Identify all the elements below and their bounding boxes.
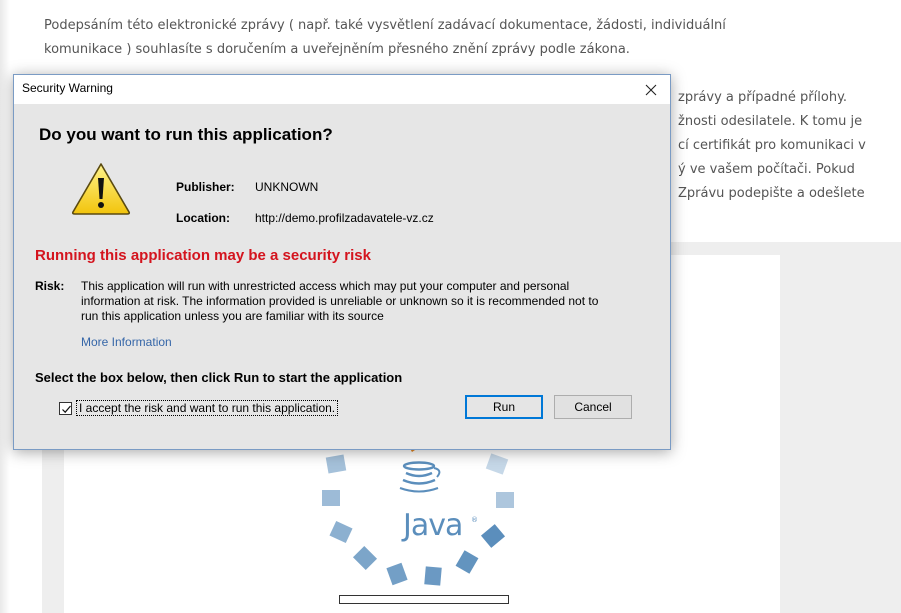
page-paragraph-line: Zprávu podepište a odešlete	[678, 186, 865, 201]
page-paragraph-certificate-notice: zprávy a případné přílohy. žnosti odesil…	[678, 86, 866, 206]
close-x-icon	[645, 84, 657, 95]
security-warning-dialog: Security Warning Do you want to run this…	[13, 74, 671, 450]
run-button[interactable]: Run	[465, 395, 543, 419]
page-paragraph-line: Podepsáním této elektronické zprávy ( na…	[44, 18, 726, 33]
accept-risk-checkbox-row[interactable]: I accept the risk and want to run this a…	[59, 399, 339, 417]
risk-warning-heading: Running this application may be a securi…	[35, 247, 371, 264]
loading-progress-bar	[339, 595, 509, 604]
dialog-heading: Do you want to run this application?	[39, 125, 333, 144]
close-button[interactable]	[632, 75, 670, 104]
checkmark-icon	[62, 405, 71, 413]
location-label: Location:	[176, 211, 230, 225]
java-trademark: ®	[471, 516, 478, 524]
java-logo-text: Java	[403, 508, 463, 543]
accept-risk-label[interactable]: I accept the risk and want to run this a…	[76, 400, 339, 416]
publisher-value: UNKNOWN	[255, 180, 319, 194]
java-loading-spinner: Java ®	[320, 430, 530, 590]
page-paragraph-signing-notice: Podepsáním této elektronické zprávy ( na…	[44, 14, 726, 62]
risk-description-line: This application will run with unrestric…	[81, 279, 570, 293]
dialog-titlebar[interactable]: Security Warning	[14, 75, 670, 104]
page-paragraph-line: žnosti odesilatele. K tomu je	[678, 114, 863, 129]
page-paragraph-line: cí certifikát pro komunikaci v	[678, 138, 866, 153]
risk-description-line: run this application unless you are fami…	[81, 309, 384, 323]
page-left-edge	[0, 0, 10, 613]
location-value: http://demo.profilzadavatele-vz.cz	[255, 211, 434, 225]
more-information-link[interactable]: More Information	[81, 335, 172, 349]
page-paragraph-line: zprávy a případné přílohy.	[678, 90, 848, 105]
page-paragraph-line: ý ve vašem počítači. Pokud	[678, 162, 855, 177]
risk-label: Risk:	[35, 279, 65, 293]
page-paragraph-line: komunikace ) souhlasíte s doručením a uv…	[44, 42, 630, 57]
warning-triangle-icon	[71, 162, 131, 216]
risk-description-line: information at risk. The information pro…	[81, 294, 599, 308]
risk-description: This application will run with unrestric…	[81, 279, 661, 324]
cancel-button[interactable]: Cancel	[554, 395, 632, 419]
dialog-title: Security Warning	[22, 81, 113, 95]
run-instruction: Select the box below, then click Run to …	[35, 370, 403, 385]
publisher-label: Publisher:	[176, 180, 235, 194]
accept-risk-checkbox[interactable]	[59, 401, 72, 415]
